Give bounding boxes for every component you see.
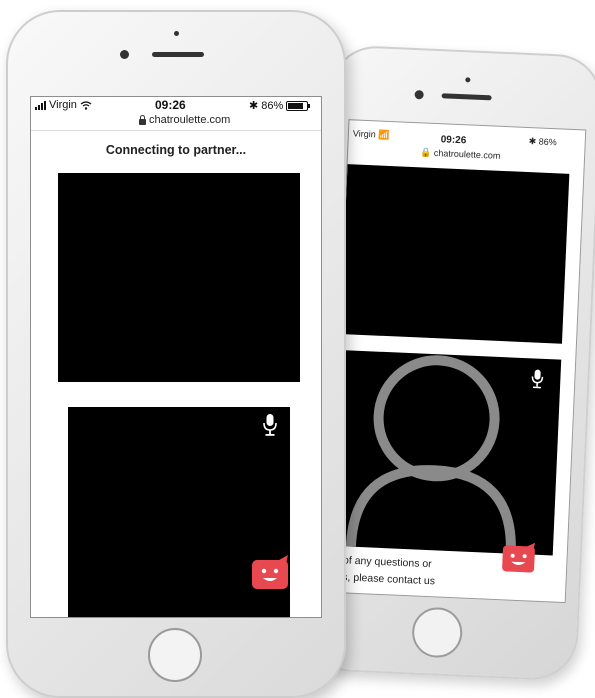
carrier-label: Virgin: [35, 99, 92, 111]
bluetooth-icon: ✱: [528, 136, 537, 147]
signal-icon: [35, 100, 46, 110]
clock: 09:26: [440, 134, 467, 147]
home-button[interactable]: [411, 606, 464, 659]
wifi-icon: [80, 100, 92, 110]
front-sensor: [174, 31, 179, 36]
front-phone-screen: Virgin 09:26 ✱ 86% chatroulette.com Conn…: [30, 96, 322, 618]
partner-video: [340, 164, 570, 344]
carrier-label: Virgin 📶: [352, 128, 390, 140]
address-bar[interactable]: chatroulette.com: [139, 114, 230, 126]
lock-icon: [139, 114, 146, 125]
wifi-icon: 📶: [378, 129, 390, 140]
self-video: [330, 349, 562, 556]
avatar-silhouette: [345, 355, 516, 554]
chat-bubble-icon[interactable]: [500, 541, 538, 580]
status-bar: Virgin 09:26 ✱ 86%: [31, 97, 321, 113]
microphone-icon[interactable]: [530, 368, 545, 394]
chat-bubble-icon[interactable]: [250, 555, 290, 596]
partner-video: [58, 173, 300, 382]
earpiece-speaker: [441, 93, 492, 101]
footer-text: e of any questions or ms, please contact…: [333, 553, 436, 588]
front-sensor: [465, 77, 471, 83]
home-button[interactable]: [148, 628, 202, 682]
address-bar[interactable]: 🔒 chatroulette.com: [420, 147, 501, 161]
back-phone: Virgin 📶 09:26 ✱ 86% 🔒 chatroulette.com: [304, 44, 595, 682]
clock: 09:26: [155, 98, 186, 112]
divider: [31, 130, 321, 131]
earpiece-speaker: [152, 52, 204, 57]
microphone-icon[interactable]: [262, 413, 278, 442]
battery-icon: [286, 100, 311, 111]
self-video: [68, 407, 290, 617]
connection-status: Connecting to partner...: [105, 143, 247, 157]
front-camera: [120, 50, 129, 59]
back-phone-screen: Virgin 📶 09:26 ✱ 86% 🔒 chatroulette.com: [327, 119, 587, 604]
battery-status: ✱ 86%: [528, 136, 558, 148]
battery-status: ✱ 86%: [249, 99, 311, 112]
front-camera: [414, 90, 424, 100]
bluetooth-icon: ✱: [249, 100, 259, 112]
lock-icon: 🔒: [419, 147, 432, 158]
front-phone: Virgin 09:26 ✱ 86% chatroulette.com Conn…: [6, 10, 346, 698]
